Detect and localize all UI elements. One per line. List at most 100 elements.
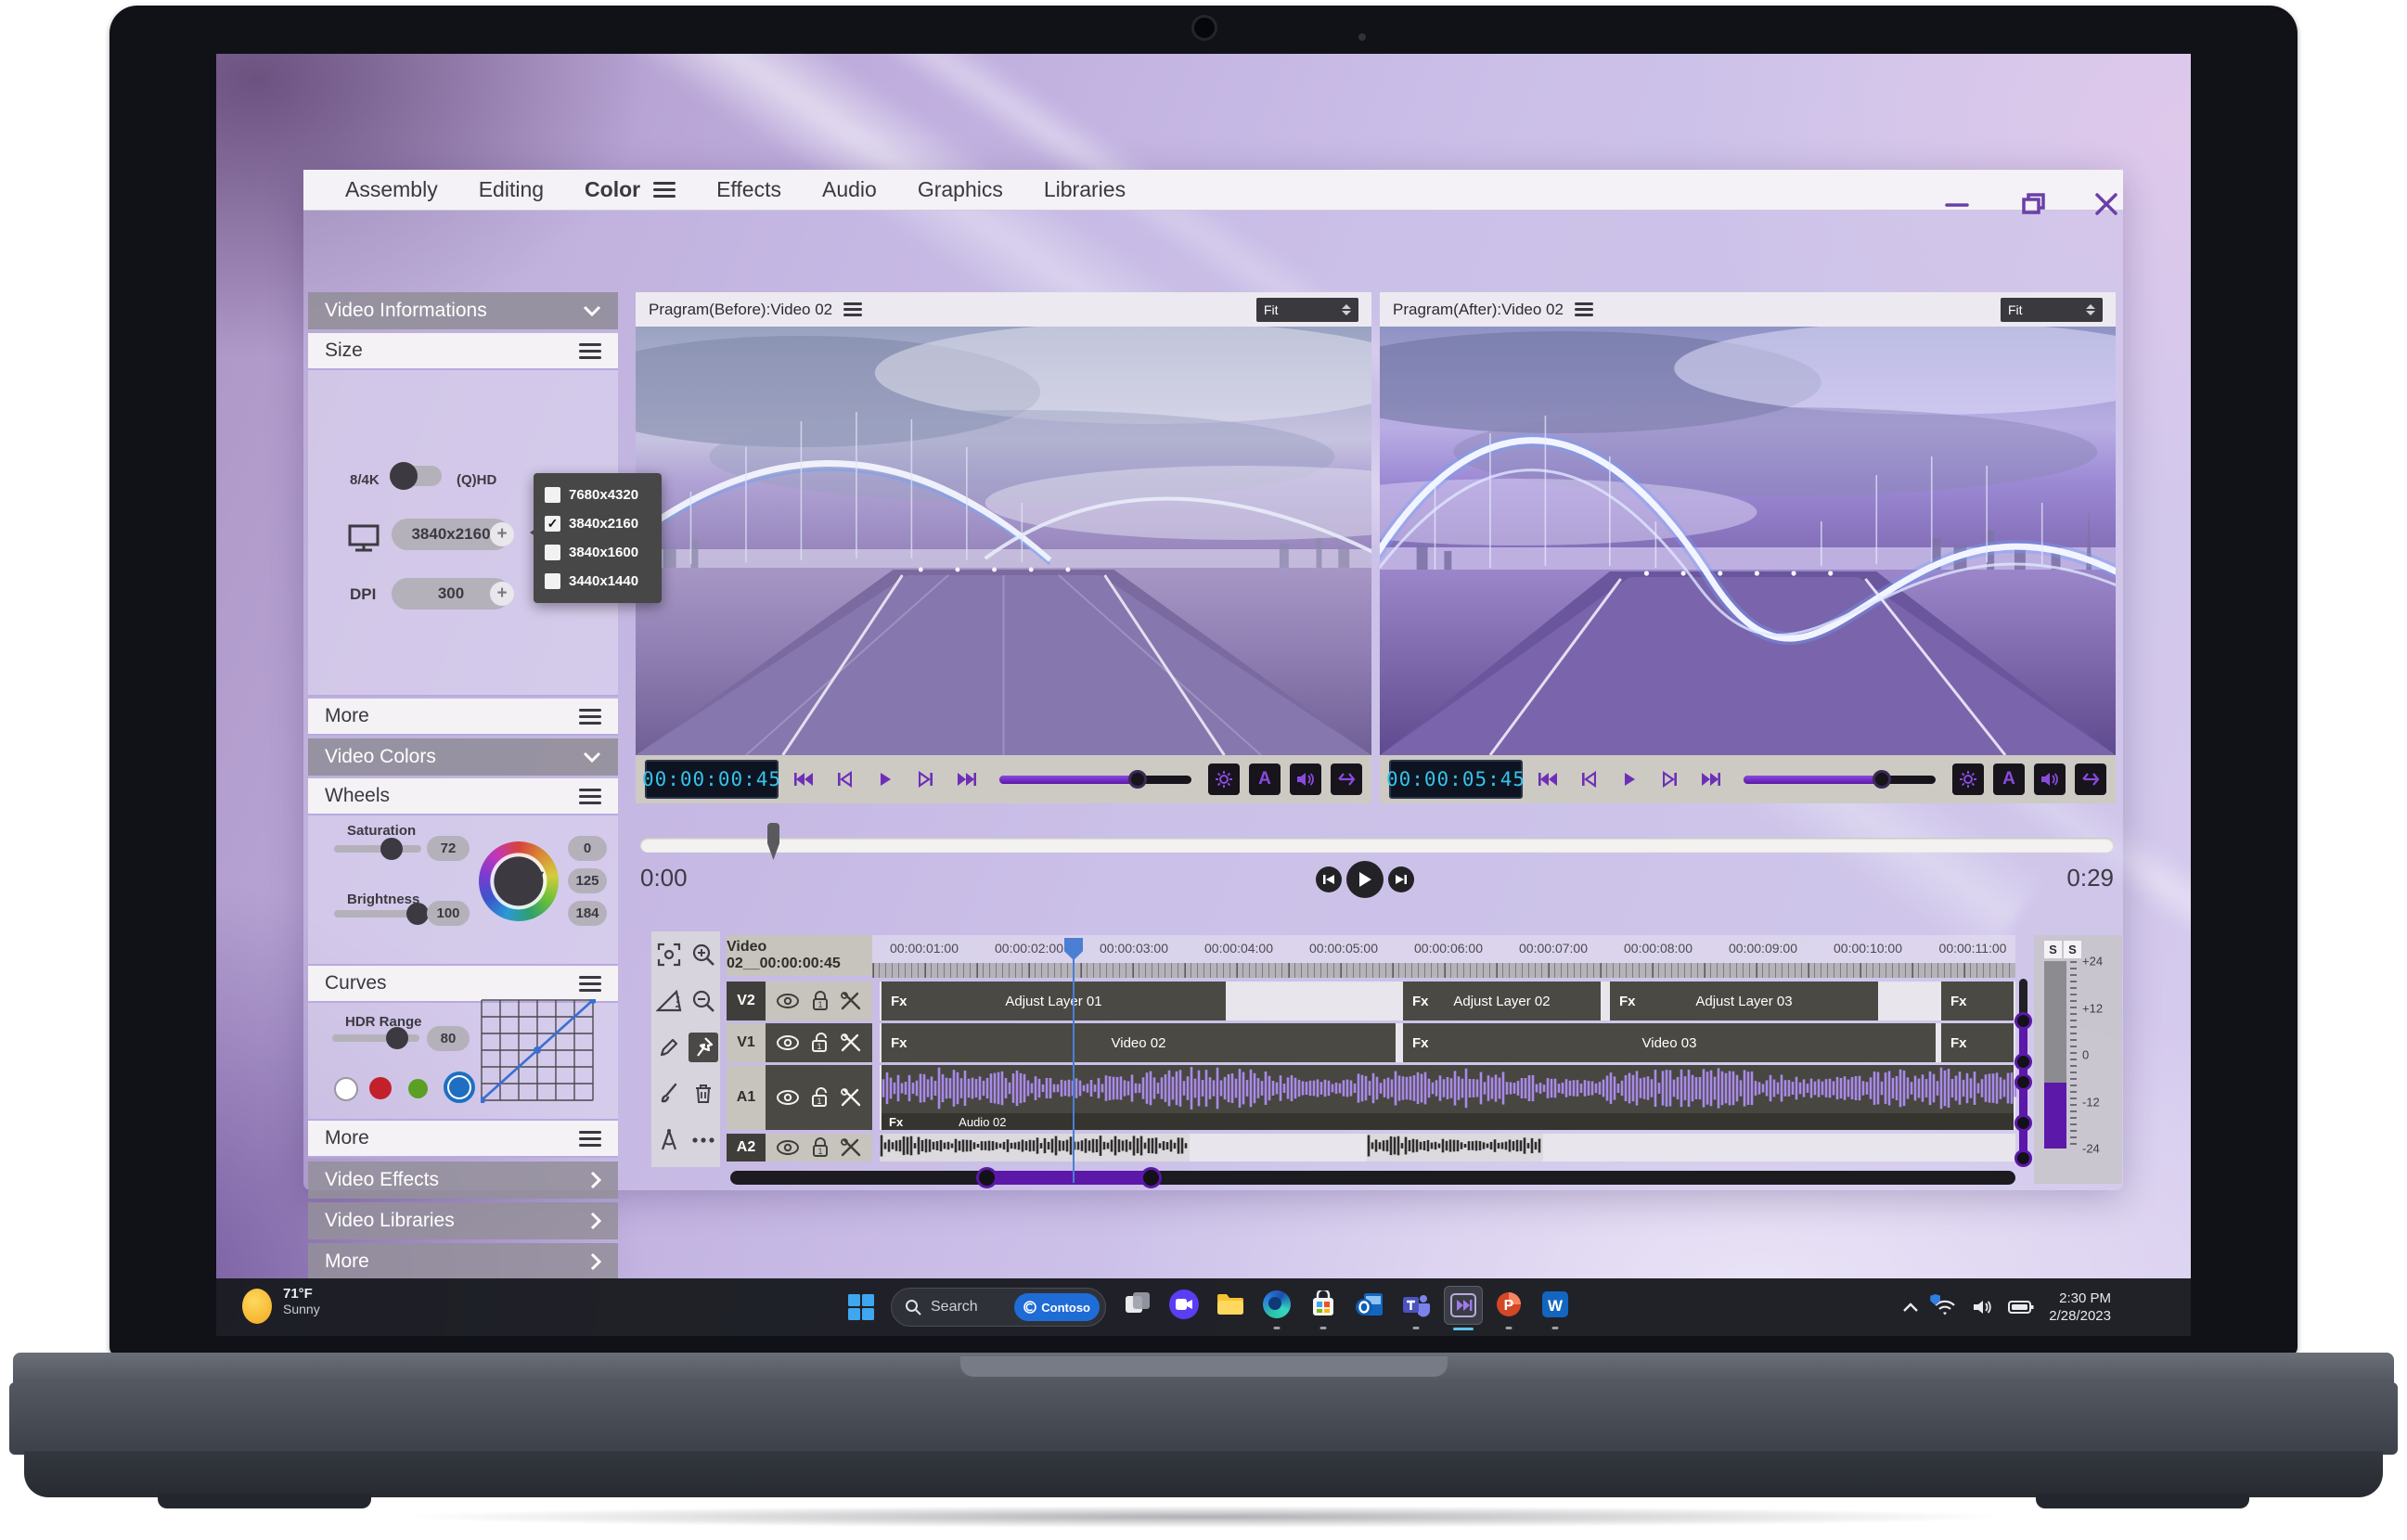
track-lock-icon[interactable]: 1 — [811, 991, 830, 1011]
resolution-mode-toggle[interactable] — [390, 462, 442, 490]
taskbar-app-clipchamp-icon[interactable] — [1165, 1286, 1203, 1323]
track-visibility-icon[interactable] — [776, 1139, 800, 1156]
track-lane-a1[interactable]: Fx Audio 02 — [880, 1065, 2017, 1130]
dpi-expand-button[interactable]: + — [490, 582, 514, 606]
slider-thumb[interactable] — [1128, 770, 1148, 789]
timeline-clip[interactable] — [1367, 1134, 1543, 1161]
section-video-informations[interactable]: Video Informations — [308, 292, 618, 329]
timeline-ruler[interactable]: 00:00:01:00 00:00:02:00 00:00:03:00 00:00:0… — [872, 935, 2015, 963]
section-more-1[interactable]: More — [308, 699, 618, 736]
checkbox[interactable] — [545, 573, 560, 589]
clip-fx-badge[interactable]: Fx — [1941, 1035, 1967, 1051]
scrollbar-handle-right[interactable] — [1140, 1167, 1162, 1188]
zoom-out-tool-icon[interactable] — [689, 986, 718, 1016]
route-button[interactable] — [1331, 764, 1362, 795]
fader-knob[interactable] — [2014, 1073, 2032, 1091]
skip-end-button[interactable] — [951, 764, 983, 795]
brightness-slider[interactable] — [334, 903, 429, 925]
scrollbar-range[interactable] — [986, 1171, 1151, 1185]
track-lane-a2[interactable] — [880, 1134, 2015, 1161]
track-tools-icon[interactable] — [840, 1087, 862, 1108]
settings-button[interactable] — [1952, 764, 1984, 795]
curve-channel-blue[interactable] — [444, 1072, 475, 1103]
fit-select[interactable]: Fit — [1256, 297, 1358, 322]
sidebar-item-video-effects[interactable]: Video Effects — [308, 1161, 618, 1199]
audio-track-button[interactable]: A — [1993, 764, 2025, 795]
panel-options-icon[interactable] — [1574, 300, 1593, 319]
previous-frame-button[interactable] — [829, 764, 860, 795]
skip-end-button[interactable] — [1695, 764, 1727, 795]
next-clip-button[interactable] — [1388, 866, 1414, 892]
weather-sun-icon[interactable] — [242, 1289, 274, 1326]
taskbar-app-word-icon[interactable]: W — [1537, 1286, 1574, 1329]
skip-start-button[interactable] — [1532, 764, 1564, 795]
toggle-knob[interactable] — [390, 462, 418, 490]
taskbar-app-video-editor-icon[interactable] — [1444, 1286, 1483, 1330]
section-more-2[interactable]: More — [308, 1121, 618, 1158]
resolution-expand-button[interactable]: + — [490, 522, 514, 546]
sidebar-item-more[interactable]: More — [308, 1243, 618, 1280]
clip-fx-badge[interactable]: Fx — [882, 994, 907, 1009]
timeline-clip[interactable]: Adjust Layer 02 Fx — [1401, 982, 1603, 1020]
timeline-scrollbar[interactable] — [730, 1167, 2015, 1188]
more-tools-icon[interactable] — [689, 1125, 718, 1155]
timeline-clip[interactable]: Video 03 Fx — [1401, 1023, 1937, 1062]
options-icon[interactable] — [579, 340, 601, 363]
clip-fx-badge[interactable]: Fx — [882, 1115, 903, 1129]
tray-chevron-up-icon[interactable] — [1902, 1302, 1919, 1313]
scrub-handle[interactable] — [767, 823, 779, 860]
scrollbar-handle-left[interactable] — [976, 1167, 998, 1188]
weather-widget[interactable]: 71°F Sunny — [283, 1286, 320, 1316]
clip-fx-badge[interactable]: Fx — [882, 1035, 907, 1051]
resolution-option[interactable]: 3840x1600 — [545, 538, 662, 567]
menu-item-editing[interactable]: Editing — [479, 177, 544, 202]
fader-knob[interactable] — [2014, 1149, 2032, 1167]
curves-graph[interactable] — [481, 999, 596, 1103]
contoso-badge[interactable]: Contoso — [1014, 1293, 1100, 1321]
hdr-range-slider[interactable] — [332, 1027, 419, 1049]
fit-select[interactable]: Fit — [2001, 297, 2103, 322]
timeline-clip[interactable]: Fx — [1939, 1023, 2015, 1062]
curve-channel-white[interactable] — [334, 1077, 358, 1101]
timeline-clip[interactable]: Adjust Layer 01 Fx — [880, 982, 1228, 1020]
restore-button[interactable] — [2018, 192, 2050, 216]
volume-button[interactable] — [2034, 764, 2066, 795]
slider-knob[interactable] — [380, 838, 403, 860]
section-size[interactable]: Size — [308, 333, 618, 370]
clock[interactable]: 2:30 PM 2/28/2023 — [2049, 1290, 2111, 1325]
taskbar-app-store-icon[interactable] — [1305, 1286, 1342, 1329]
route-button[interactable] — [2075, 764, 2106, 795]
resolution-option[interactable]: 7680x4320 — [545, 481, 662, 509]
resolution-option[interactable]: ✓ 3840x2160 — [545, 509, 662, 538]
track-tools-icon[interactable] — [840, 1033, 862, 1053]
menu-item-libraries[interactable]: Libraries — [1044, 177, 1126, 202]
track-lock-icon[interactable]: 1 — [810, 1087, 830, 1108]
track-select-tool-icon[interactable] — [654, 940, 684, 969]
minimize-button[interactable] — [1941, 192, 1973, 216]
next-frame-button[interactable] — [910, 764, 942, 795]
menu-item-assembly[interactable]: Assembly — [345, 177, 438, 202]
fader-knob[interactable] — [2014, 1012, 2032, 1030]
track-lane-v2[interactable]: Adjust Layer 01 Fx Adjust Layer 02 Fx Adjust… — [880, 982, 2015, 1020]
volume-button[interactable] — [1290, 764, 1321, 795]
menu-item-effects[interactable]: Effects — [716, 177, 781, 202]
play-button[interactable] — [869, 764, 901, 795]
track-label[interactable]: V1 — [727, 1023, 766, 1062]
track-lane-v1[interactable]: Video 02 Fx Video 03 Fx Fx — [880, 1023, 2015, 1062]
previous-frame-button[interactable] — [1573, 764, 1604, 795]
curve-channel-red[interactable] — [369, 1077, 392, 1099]
brush-tool-icon[interactable] — [654, 1079, 684, 1109]
play-button[interactable] — [1614, 764, 1645, 795]
wifi-icon[interactable] — [1930, 1294, 1956, 1316]
timeline-master-fader[interactable] — [2014, 979, 2032, 1167]
track-lock-icon[interactable]: 1 — [810, 1033, 830, 1053]
volume-icon[interactable] — [1971, 1298, 1993, 1316]
resolution-option[interactable]: 3440x1440 — [545, 567, 662, 596]
playback-slider[interactable] — [999, 770, 1191, 789]
track-label[interactable]: A1 — [727, 1065, 766, 1130]
sequence-scrub-bar[interactable] — [640, 838, 2114, 853]
track-visibility-icon[interactable] — [776, 993, 800, 1009]
settings-button[interactable] — [1208, 764, 1240, 795]
options-icon[interactable] — [579, 705, 601, 728]
clip-fx-badge[interactable]: Fx — [1610, 994, 1636, 1009]
